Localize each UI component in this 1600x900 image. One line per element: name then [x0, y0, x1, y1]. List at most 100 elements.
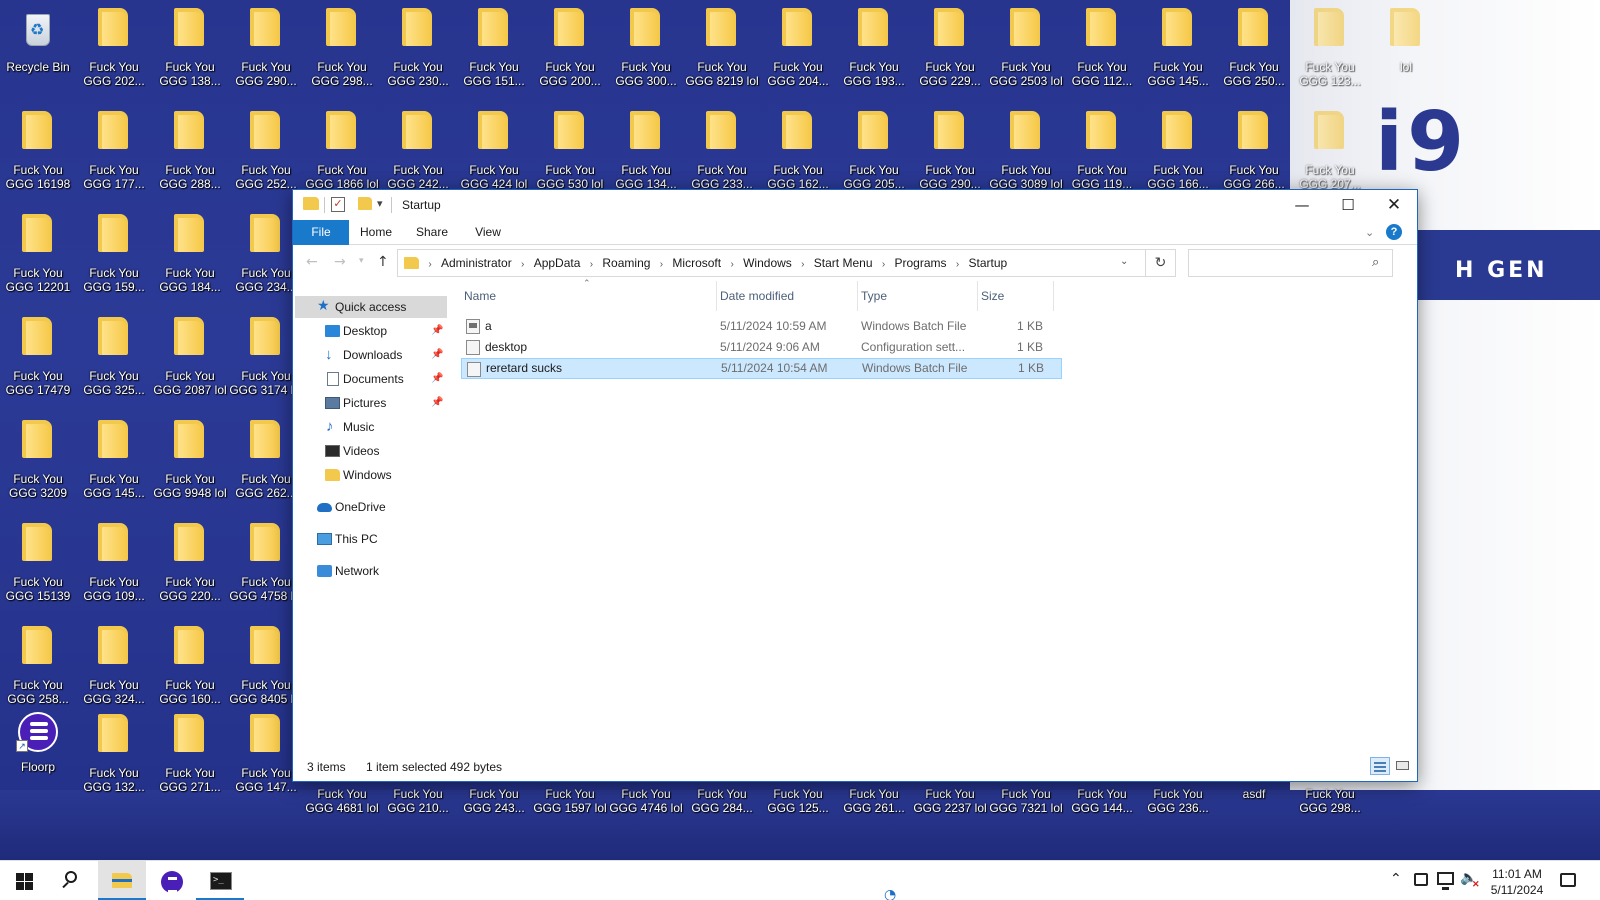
desktop-folder-icon[interactable]: Fuck You GGG 233... — [684, 103, 760, 203]
forward-arrow-icon[interactable]: → — [334, 254, 346, 270]
breadcrumb-separator-icon[interactable]: › — [422, 252, 438, 278]
breadcrumb-separator-icon[interactable]: › — [515, 252, 531, 278]
chevron-down-icon[interactable]: ▾ — [377, 197, 383, 210]
desktop-folder-icon[interactable]: Fuck You GGG 132... — [76, 706, 152, 806]
breadcrumb-separator-icon[interactable]: › — [950, 252, 966, 278]
title-bar[interactable]: ✓ ▾ Startup — ☐ ✕ — [293, 190, 1417, 220]
desktop-folder-icon[interactable]: Fuck You GGG 424 lol — [456, 103, 532, 203]
breadcrumb-separator-icon[interactable]: › — [724, 252, 740, 278]
details-view-button[interactable] — [1370, 757, 1390, 775]
desktop-folder-icon[interactable]: Fuck You GGG 298... — [304, 0, 380, 100]
desktop-folder-icon[interactable]: Fuck You GGG 258... — [0, 618, 76, 718]
desktop-folder-icon[interactable]: Fuck You GGG 205... — [836, 103, 912, 203]
breadcrumb-item[interactable]: Microsoft — [669, 250, 724, 276]
desktop-folder-icon[interactable]: Fuck You GGG 290... — [912, 103, 988, 203]
desktop-folder-icon[interactable]: Fuck You GGG 266... — [1216, 103, 1292, 203]
back-arrow-icon[interactable]: ← — [306, 254, 318, 270]
breadcrumb-separator-icon[interactable]: › — [795, 252, 811, 278]
nav-item-pictures[interactable]: Pictures 📌 — [295, 392, 447, 414]
help-button[interactable]: ? — [1386, 224, 1402, 240]
breadcrumb-separator-icon[interactable]: › — [653, 252, 669, 278]
desktop-folder-icon[interactable]: Fuck You GGG 325... — [76, 309, 152, 409]
desktop-folder-icon[interactable]: Fuck You GGG 324... — [76, 618, 152, 718]
search-box[interactable]: ⌕ — [1188, 249, 1393, 277]
desktop-folder-icon[interactable]: Fuck You GGG 290... — [228, 0, 304, 100]
desktop-folder-icon[interactable]: Fuck You GGG 17479 — [0, 309, 76, 409]
desktop-folder-icon[interactable]: Fuck You GGG 1866 lol — [304, 103, 380, 203]
desktop-folder-icon[interactable]: Fuck You GGG 2503 lol — [988, 0, 1064, 100]
breadcrumb-item[interactable]: AppData — [531, 250, 584, 276]
nav-item-windows[interactable]: Windows — [295, 464, 447, 486]
pin-icon[interactable]: 📌 — [431, 320, 443, 342]
taskbar-floorp[interactable] — [148, 861, 196, 900]
desktop-folder-icon[interactable]: Fuck You GGG 530 lol — [532, 103, 608, 203]
breadcrumb-item[interactable]: Programs — [892, 250, 950, 276]
desktop-folder-icon[interactable]: Fuck You GGG 166... — [1140, 103, 1216, 203]
nav-item-quick-access[interactable]: ★ Quick access — [295, 296, 447, 318]
nav-item-this-pc[interactable]: This PC — [295, 528, 447, 550]
desktop-folder-icon[interactable]: Fuck You GGG 119... — [1064, 103, 1140, 203]
up-arrow-icon[interactable]: ↑ — [377, 254, 389, 270]
new-folder-icon[interactable] — [358, 197, 372, 210]
breadcrumb-item[interactable]: Roaming — [599, 250, 653, 276]
desktop-folder-icon[interactable]: Fuck You GGG 288... — [152, 103, 228, 203]
desktop-folder-icon[interactable]: Fuck You GGG 159... — [76, 206, 152, 306]
desktop-folder-icon[interactable]: Fuck You GGG 3209 — [0, 412, 76, 512]
expand-ribbon-chevron-icon[interactable]: ⌄ — [1365, 226, 1374, 239]
floorp-shortcut-icon[interactable]: ↗ Floorp — [0, 706, 76, 806]
desktop-folder-icon[interactable]: Fuck You GGG 193... — [836, 0, 912, 100]
properties-icon[interactable]: ✓ — [331, 197, 345, 212]
desktop-folder-icon[interactable]: Fuck You GGG 207... — [1292, 103, 1368, 203]
desktop-folder-icon[interactable]: Fuck You GGG 9948 lol — [152, 412, 228, 512]
meet-now-icon[interactable] — [1414, 873, 1428, 886]
desktop-folder-icon[interactable]: Fuck You GGG 229... — [912, 0, 988, 100]
nav-item-downloads[interactable]: ↓ Downloads 📌 — [295, 344, 447, 366]
address-bar[interactable]: › Administrator › AppData › Roaming › Microsoft… — [397, 249, 1146, 277]
start-button[interactable] — [0, 861, 48, 900]
action-center-icon[interactable] — [1560, 873, 1576, 887]
desktop-folder-icon[interactable]: Fuck You GGG 200... — [532, 0, 608, 100]
tab-file[interactable]: File — [293, 220, 349, 245]
desktop-folder-icon[interactable]: Fuck You GGG 123... — [1292, 0, 1368, 100]
show-hidden-icons-chevron-icon[interactable]: ⌃ — [1390, 871, 1402, 887]
desktop-folder-icon[interactable]: Fuck You GGG 184... — [152, 206, 228, 306]
desktop-folder-icon[interactable]: Fuck You GGG 271... — [152, 706, 228, 806]
taskbar-file-explorer[interactable] — [98, 861, 146, 900]
recycle-bin-icon[interactable]: ♻ Recycle Bin — [0, 0, 76, 100]
nav-item-onedrive[interactable]: OneDrive — [295, 496, 447, 518]
desktop-folder-icon[interactable]: Fuck You GGG 109... — [76, 515, 152, 615]
minimize-button[interactable]: — — [1279, 190, 1325, 220]
desktop-folder-icon[interactable]: Fuck You GGG 177... — [76, 103, 152, 203]
search-icon[interactable]: ⌕ — [1372, 255, 1379, 270]
desktop-folder-icon[interactable]: Fuck You GGG 8219 lol — [684, 0, 760, 100]
refresh-button[interactable]: ↻ — [1146, 249, 1176, 277]
recent-locations-chevron-icon[interactable]: ▾ — [359, 256, 364, 266]
maximize-button[interactable]: ☐ — [1325, 190, 1371, 220]
desktop-folder-icon[interactable]: Fuck You GGG 204... — [760, 0, 836, 100]
search-input[interactable] — [1195, 254, 1365, 272]
desktop-folder-icon[interactable]: Fuck You GGG 151... — [456, 0, 532, 100]
desktop-folder-icon[interactable]: Fuck You GGG 220... — [152, 515, 228, 615]
nav-item-documents[interactable]: Documents 📌 — [295, 368, 447, 390]
desktop-folder-icon[interactable]: Fuck You GGG 15139 — [0, 515, 76, 615]
taskbar-command-prompt[interactable]: >_ — [196, 861, 244, 900]
desktop-folder-icon[interactable]: Fuck You GGG 250... — [1216, 0, 1292, 100]
nav-item-network[interactable]: Network — [295, 560, 447, 582]
desktop-folder-icon[interactable]: Fuck You GGG 252... — [228, 103, 304, 203]
breadcrumb-separator-icon[interactable]: › — [876, 252, 892, 278]
breadcrumb-item[interactable]: Start Menu — [811, 250, 876, 276]
desktop-folder-icon[interactable]: Fuck You GGG 300... — [608, 0, 684, 100]
close-button[interactable]: ✕ — [1371, 190, 1417, 220]
desktop-folder-icon[interactable]: Fuck You GGG 160... — [152, 618, 228, 718]
desktop-folder-icon[interactable]: Fuck You GGG 230... — [380, 0, 456, 100]
breadcrumb-separator-icon[interactable]: › — [583, 252, 599, 278]
desktop-folder-icon[interactable]: Fuck You GGG 2087 lol — [152, 309, 228, 409]
nav-item-videos[interactable]: Videos — [295, 440, 447, 462]
large-icons-view-button[interactable] — [1393, 757, 1413, 775]
desktop-folder-icon[interactable]: Fuck You GGG 145... — [76, 412, 152, 512]
column-header-date-modified[interactable]: Date modified — [717, 281, 858, 311]
desktop-folder-icon[interactable]: Fuck You GGG 138... — [152, 0, 228, 100]
desktop-folder-icon[interactable]: Fuck You GGG 112... — [1064, 0, 1140, 100]
search-button[interactable] — [48, 861, 96, 900]
desktop-folder-icon[interactable]: Fuck You GGG 16198 — [0, 103, 76, 203]
